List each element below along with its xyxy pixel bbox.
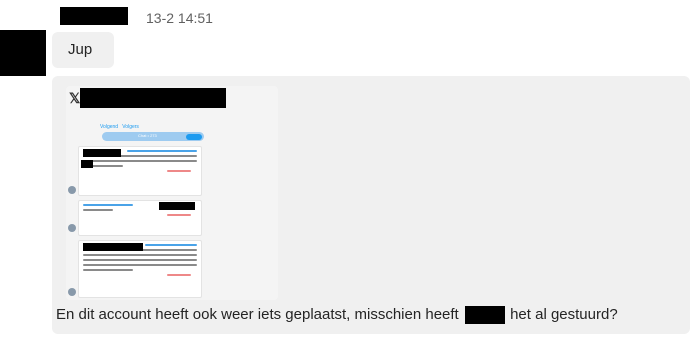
pill-button <box>186 133 202 140</box>
x-logo-icon: 𝕏 <box>69 90 81 106</box>
message-timestamp: 13-2 14:51 <box>146 10 213 26</box>
message-text: Jup <box>68 41 93 58</box>
redacted-name-inline <box>464 306 505 324</box>
caption-text-before: En dit account heeft ook weer iets gepla… <box>56 306 459 323</box>
post-avatar-icon <box>68 186 76 194</box>
chat-pill: Chat • 273 <box>102 132 204 141</box>
caption-text-after: het al gestuurd? <box>510 306 618 323</box>
followers-label: Volgers <box>122 124 139 130</box>
sender-name-redacted <box>60 7 128 25</box>
post-card <box>78 200 202 236</box>
message-caption: En dit account heeft ook weer iets gepla… <box>56 306 618 324</box>
embedded-screenshot-image[interactable]: 𝕏 Volgend Volgers Chat • 273 <box>66 86 278 300</box>
pill-text: Chat • 273 <box>138 133 157 138</box>
redacted-username <box>83 243 143 251</box>
follow-counts: Volgend Volgers <box>100 124 139 130</box>
message-bubble-with-image[interactable]: 𝕏 Volgend Volgers Chat • 273 En dit acco… <box>52 76 690 334</box>
message-bubble[interactable]: Jup <box>52 32 114 68</box>
post-avatar-icon <box>68 224 76 232</box>
following-label: Volgend <box>100 124 119 130</box>
redacted-username <box>83 149 121 157</box>
avatar[interactable] <box>0 30 46 76</box>
redacted-header <box>80 88 226 108</box>
redacted-text <box>81 160 93 168</box>
redacted-text <box>159 202 195 210</box>
post-card <box>78 146 202 196</box>
post-avatar-icon <box>68 288 76 296</box>
post-card <box>78 240 202 298</box>
